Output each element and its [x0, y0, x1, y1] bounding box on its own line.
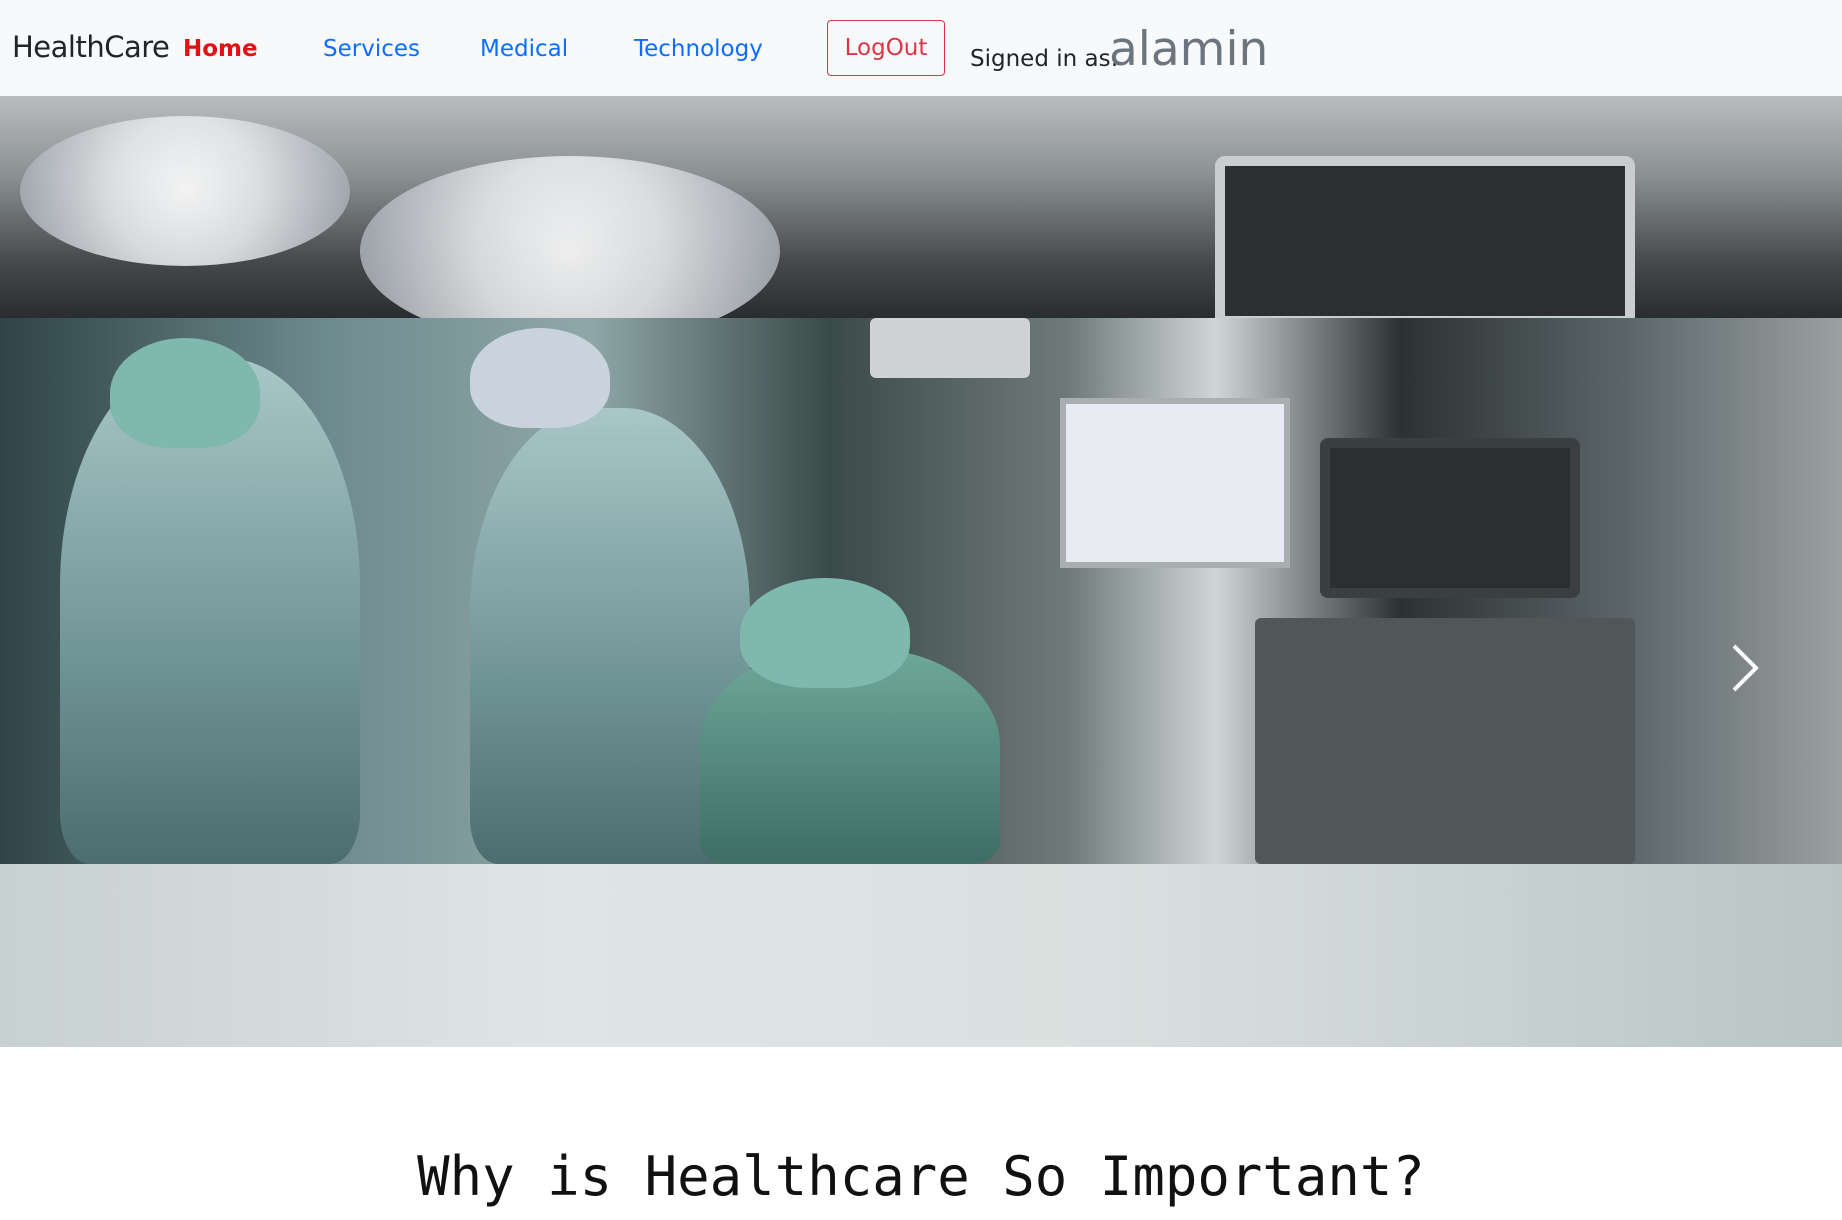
- logout-button[interactable]: LogOut: [827, 20, 945, 76]
- hero-carousel: [0, 96, 1842, 1047]
- nav-link-home[interactable]: Home: [183, 36, 258, 62]
- signed-in-label: Signed in as:: [970, 46, 1119, 72]
- chevron-right-icon[interactable]: [1724, 638, 1764, 698]
- nav-link-technology[interactable]: Technology: [634, 36, 763, 62]
- surgical-cap: [470, 328, 610, 428]
- patient-monitor-screen: [1060, 398, 1290, 568]
- surgical-cap: [740, 578, 910, 688]
- carousel-image-top: [0, 96, 1842, 346]
- nav-link-services[interactable]: Services: [323, 36, 420, 62]
- vital-signs-monitor: [1320, 438, 1580, 598]
- carousel-image-main: [0, 318, 1842, 864]
- timer-display: [870, 318, 1030, 378]
- nav-link-medical[interactable]: Medical: [480, 36, 568, 62]
- surgical-lamp: [20, 116, 350, 266]
- carousel-image-bottom: [0, 864, 1842, 1047]
- anesthesia-panel: [1255, 618, 1635, 864]
- brand-logo[interactable]: HealthCare: [12, 30, 170, 64]
- username: alamin: [1109, 22, 1269, 77]
- surgical-cap: [110, 338, 260, 448]
- overhead-monitor: [1215, 156, 1635, 326]
- section-heading: Why is Healthcare So Important?: [417, 1145, 1425, 1208]
- navbar: HealthCare Home Services Medical Technol…: [0, 0, 1842, 96]
